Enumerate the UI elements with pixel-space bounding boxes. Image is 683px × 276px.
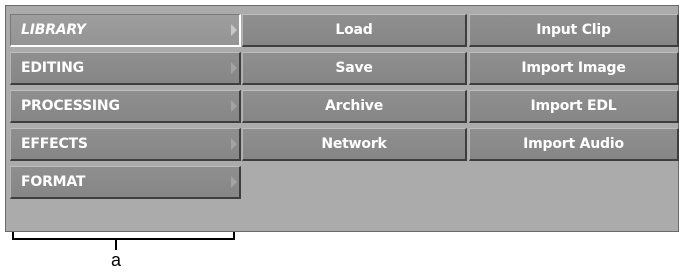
save-button[interactable]: Save xyxy=(242,52,467,85)
menu-item-editing[interactable]: EDITING xyxy=(10,52,241,85)
menu-item-format[interactable]: FORMAT xyxy=(10,166,241,199)
menu-item-effects[interactable]: EFFECTS xyxy=(10,128,241,161)
menu-item-label: EFFECTS xyxy=(21,136,88,152)
menu-item-processing[interactable]: PROCESSING xyxy=(10,90,241,123)
import-image-button[interactable]: Import Image xyxy=(469,52,679,85)
menu-item-label: PROCESSING xyxy=(21,98,120,114)
input-clip-button[interactable]: Input Clip xyxy=(469,14,679,47)
submenu-arrow-icon xyxy=(231,100,237,112)
submenu-arrow-icon xyxy=(231,62,237,74)
submenu-arrow-icon xyxy=(231,176,237,188)
callout-label: a xyxy=(110,250,121,270)
archive-button[interactable]: Archive xyxy=(242,90,467,123)
menu-item-label: LIBRARY xyxy=(21,22,86,38)
callout-bracket xyxy=(12,232,235,240)
import-audio-button[interactable]: Import Audio xyxy=(469,128,679,161)
submenu-arrow-icon xyxy=(231,24,237,36)
load-button[interactable]: Load xyxy=(242,14,467,47)
submenu-arrow-icon xyxy=(231,138,237,150)
callout-bracket-stem xyxy=(115,240,117,250)
network-button[interactable]: Network xyxy=(242,128,467,161)
menu-item-library[interactable]: LIBRARY xyxy=(10,14,241,47)
menu-item-label: FORMAT xyxy=(21,174,86,190)
import-edl-button[interactable]: Import EDL xyxy=(469,90,679,123)
library-menu-panel: LIBRARY EDITING PROCESSING EFFECTS FORMA… xyxy=(5,5,679,232)
menu-item-label: EDITING xyxy=(21,60,84,76)
